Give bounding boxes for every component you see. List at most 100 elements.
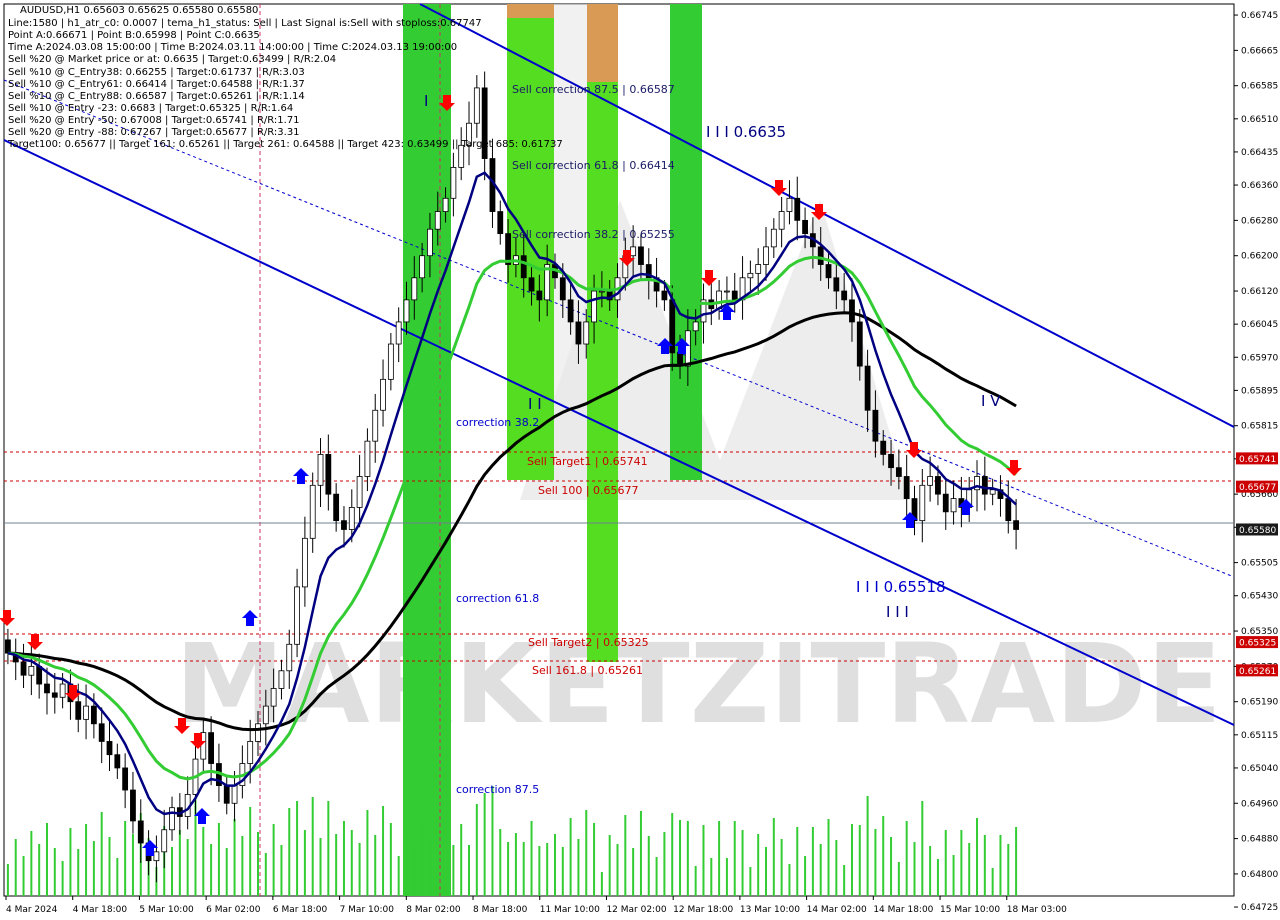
y-tick-label: 0.66360 xyxy=(1241,181,1278,191)
candle-body xyxy=(778,211,785,230)
candle-body xyxy=(520,255,527,279)
candle-body xyxy=(333,493,340,522)
candle-body xyxy=(294,586,300,645)
x-tick-label: 7 Mar 10:00 xyxy=(340,905,395,915)
candle-body xyxy=(841,290,848,301)
y-tick-label: 0.66585 xyxy=(1241,82,1278,92)
candle-body xyxy=(114,754,121,769)
candle-body xyxy=(497,211,504,235)
sell-correction-618-label: Sell correction 61.8 | 0.66414 xyxy=(512,159,675,172)
candle-body xyxy=(981,476,988,495)
zone-bar-1 xyxy=(403,4,451,896)
candle-body xyxy=(786,197,793,212)
candle-body xyxy=(770,228,777,248)
candle-body xyxy=(864,365,871,411)
info-line: Sell %10 @ C_Entry61: 0.66414 | Target:0… xyxy=(8,79,305,90)
sell-1618-label: Sell 161.8 | 0.65261 xyxy=(532,664,643,677)
y-tick-label: 0.65350 xyxy=(1241,627,1278,637)
candle-body xyxy=(427,228,433,257)
x-tick-label: 8 Mar 18:00 xyxy=(473,905,528,915)
candle-body xyxy=(325,454,332,495)
candle-body xyxy=(559,277,566,301)
candle-body xyxy=(90,705,97,725)
info-line: Sell %20 @ Entry -50: 0.67008 | Target:0… xyxy=(8,115,300,126)
candle-body xyxy=(341,520,347,530)
candle-body xyxy=(169,807,175,831)
candle-body xyxy=(153,851,160,862)
y-tick-label: 0.66435 xyxy=(1241,148,1278,158)
price-badge-label: 0.65741 xyxy=(1239,455,1276,465)
candle-body xyxy=(888,454,894,469)
y-tick-label: 0.65430 xyxy=(1241,592,1278,602)
info-line: Sell %20 @ Market price or at: 0.6635 | … xyxy=(8,54,336,65)
correction-875-label: correction 87.5 xyxy=(456,783,539,796)
candle-body xyxy=(802,219,808,235)
candle-body xyxy=(411,277,418,301)
x-tick-label: 13 Mar 10:00 xyxy=(740,905,800,915)
y-tick-label: 0.66120 xyxy=(1241,287,1278,297)
y-tick-label: 0.64880 xyxy=(1241,835,1278,845)
candle-body xyxy=(44,683,50,694)
candle-body xyxy=(731,290,738,301)
info-line: Sell %20 @ Entry -88: 0.67267 | Target:0… xyxy=(8,127,300,138)
x-tick-label: 12 Mar 02:00 xyxy=(606,905,666,915)
candle-body xyxy=(1013,520,1019,530)
candle-body xyxy=(473,87,480,124)
candle-body xyxy=(137,820,144,844)
candle-body xyxy=(130,789,136,822)
candle-body xyxy=(395,321,402,345)
y-tick-label: 0.65505 xyxy=(1241,559,1278,569)
sell-target2-label: Sell Target2 | 0.65325 xyxy=(528,636,649,649)
info-line: Sell %10 @ Entry -23: 0.6683 | Target:0.… xyxy=(8,103,293,114)
candle-body xyxy=(942,493,949,513)
y-tick-label: 0.64800 xyxy=(1241,870,1278,880)
candle-body xyxy=(661,290,668,301)
candle-body xyxy=(247,741,254,764)
x-tick-label: 18 Mar 03:00 xyxy=(1007,905,1067,915)
y-tick-label: 0.64960 xyxy=(1241,799,1278,809)
y-tick-label: 0.65970 xyxy=(1241,353,1278,363)
info-line: Time A:2024.03.08 15:00:00 | Time B:2024… xyxy=(7,42,457,53)
candle-body xyxy=(598,290,605,293)
candle-body xyxy=(630,246,637,257)
candle-body xyxy=(692,321,699,332)
x-tick-label: 12 Mar 18:00 xyxy=(673,905,733,915)
x-tick-label: 6 Mar 02:00 xyxy=(206,905,261,915)
x-tick-label: 14 Mar 02:00 xyxy=(807,905,867,915)
x-tick-label: 11 Mar 10:00 xyxy=(540,905,600,915)
candle-body xyxy=(684,330,691,367)
zone-top-1 xyxy=(507,4,554,18)
candle-body xyxy=(434,211,441,230)
y-tick-label: 0.66280 xyxy=(1241,216,1278,226)
candle-body xyxy=(106,741,113,756)
info-line: Sell %10 @ C_Entry38: 0.66255 | Target:0… xyxy=(8,67,305,78)
candle-body xyxy=(536,290,543,301)
candle-body xyxy=(950,498,957,513)
candle-body xyxy=(387,343,394,380)
candle-body xyxy=(817,246,824,265)
candle-body xyxy=(591,290,597,323)
candle-body xyxy=(1005,498,1012,522)
zone-bar-4 xyxy=(670,4,702,480)
price-chart: MARKETZITRADE AUDUSD,H1 0.65603 0.65625 … xyxy=(0,0,1280,920)
candle-body xyxy=(364,440,371,477)
wave-ii-label: I I xyxy=(528,395,542,413)
info-line: Point A:0.66671 | Point B:0.65998 | Poin… xyxy=(8,30,260,41)
info-line: Sell %10 @ C_Entry88: 0.66587 | Target:0… xyxy=(8,91,305,102)
candle-body xyxy=(75,701,82,720)
y-tick-label: 0.65895 xyxy=(1241,386,1278,396)
candle-body xyxy=(419,255,426,279)
candle-body xyxy=(872,409,879,442)
candle-body xyxy=(747,272,754,279)
candle-body xyxy=(231,785,238,804)
candle-body xyxy=(833,277,840,292)
candle-body xyxy=(98,723,105,742)
candle-body xyxy=(880,440,887,455)
price-badge-label: 0.65677 xyxy=(1239,483,1276,493)
candle-body xyxy=(301,537,308,588)
candle-body xyxy=(51,692,58,698)
x-tick-label: 6 Mar 18:00 xyxy=(273,905,328,915)
candle-body xyxy=(83,705,89,720)
candle-body xyxy=(262,705,269,725)
candle-body xyxy=(286,643,293,672)
